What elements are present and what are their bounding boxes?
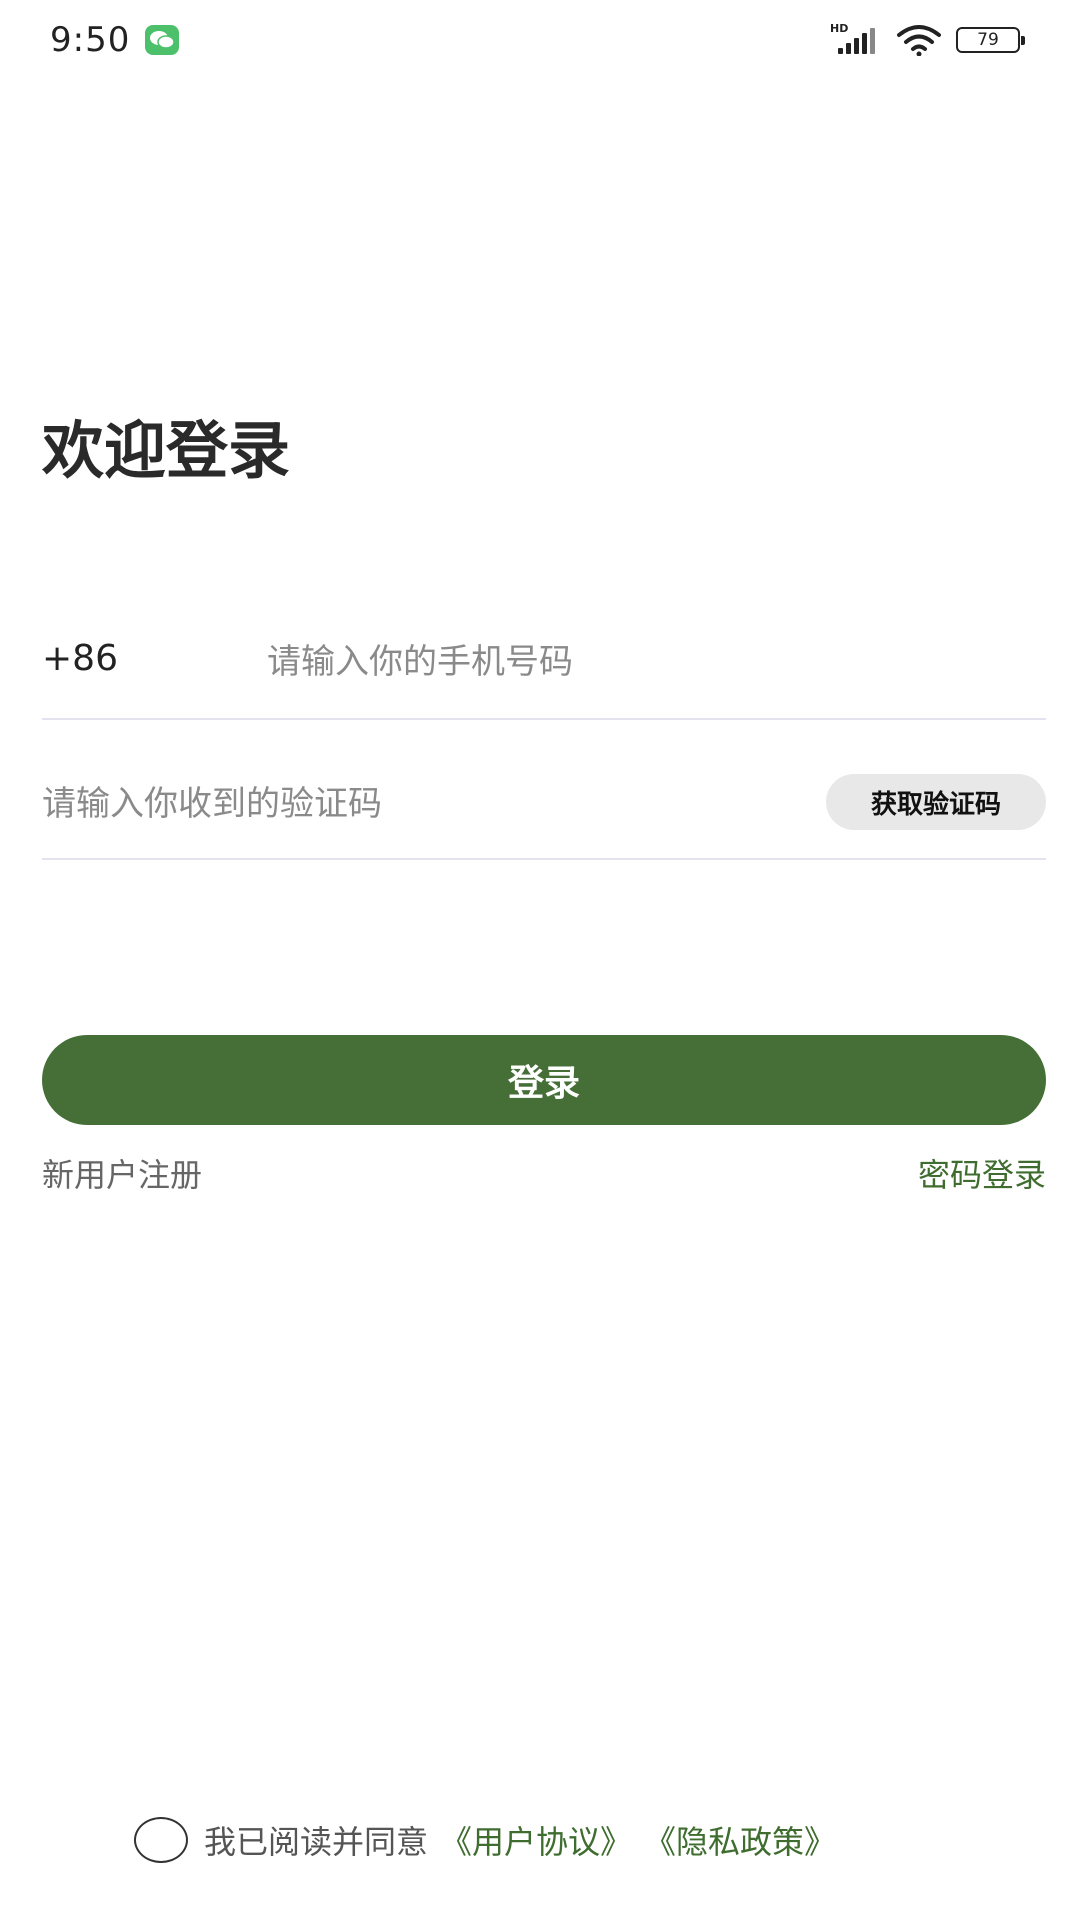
get-code-button[interactable]: 获取验证码 (826, 774, 1046, 830)
phone-row: +86 (42, 620, 1046, 720)
agree-checkbox[interactable] (134, 1817, 188, 1863)
phone-input[interactable] (267, 634, 1027, 690)
country-code[interactable]: +86 (42, 638, 118, 679)
signal-label: HD (830, 22, 849, 35)
agreement-row: 我已阅读并同意 《用户协议》 《隐私政策》 (134, 1815, 836, 1865)
user-agreement-link[interactable]: 《用户协议》 (440, 1817, 632, 1863)
signal-icon: HD (830, 22, 882, 56)
agree-text: 我已阅读并同意 (204, 1823, 429, 1861)
status-icons: HD 79 (830, 22, 1025, 58)
register-link[interactable]: 新用户注册 (42, 1150, 202, 1196)
wifi-icon (897, 25, 941, 56)
status-bar: 9:50 HD 79 (0, 0, 1080, 80)
battery-icon: 79 (956, 27, 1025, 53)
wechat-icon (145, 25, 179, 55)
login-button[interactable]: 登录 (42, 1035, 1046, 1125)
battery-level: 79 (977, 30, 999, 50)
privacy-policy-link[interactable]: 《隐私政策》 (644, 1817, 836, 1863)
code-input[interactable] (42, 776, 822, 832)
code-row: 获取验证码 (42, 760, 1046, 860)
page-title: 欢迎登录 (42, 414, 291, 487)
status-time: 9:50 (50, 20, 131, 60)
password-login-link[interactable]: 密码登录 (918, 1150, 1046, 1196)
login-screen: 9:50 HD 79 欢迎登录 +86 请输入你的手机号码 请输入你收到的验证码… (0, 0, 1080, 1920)
